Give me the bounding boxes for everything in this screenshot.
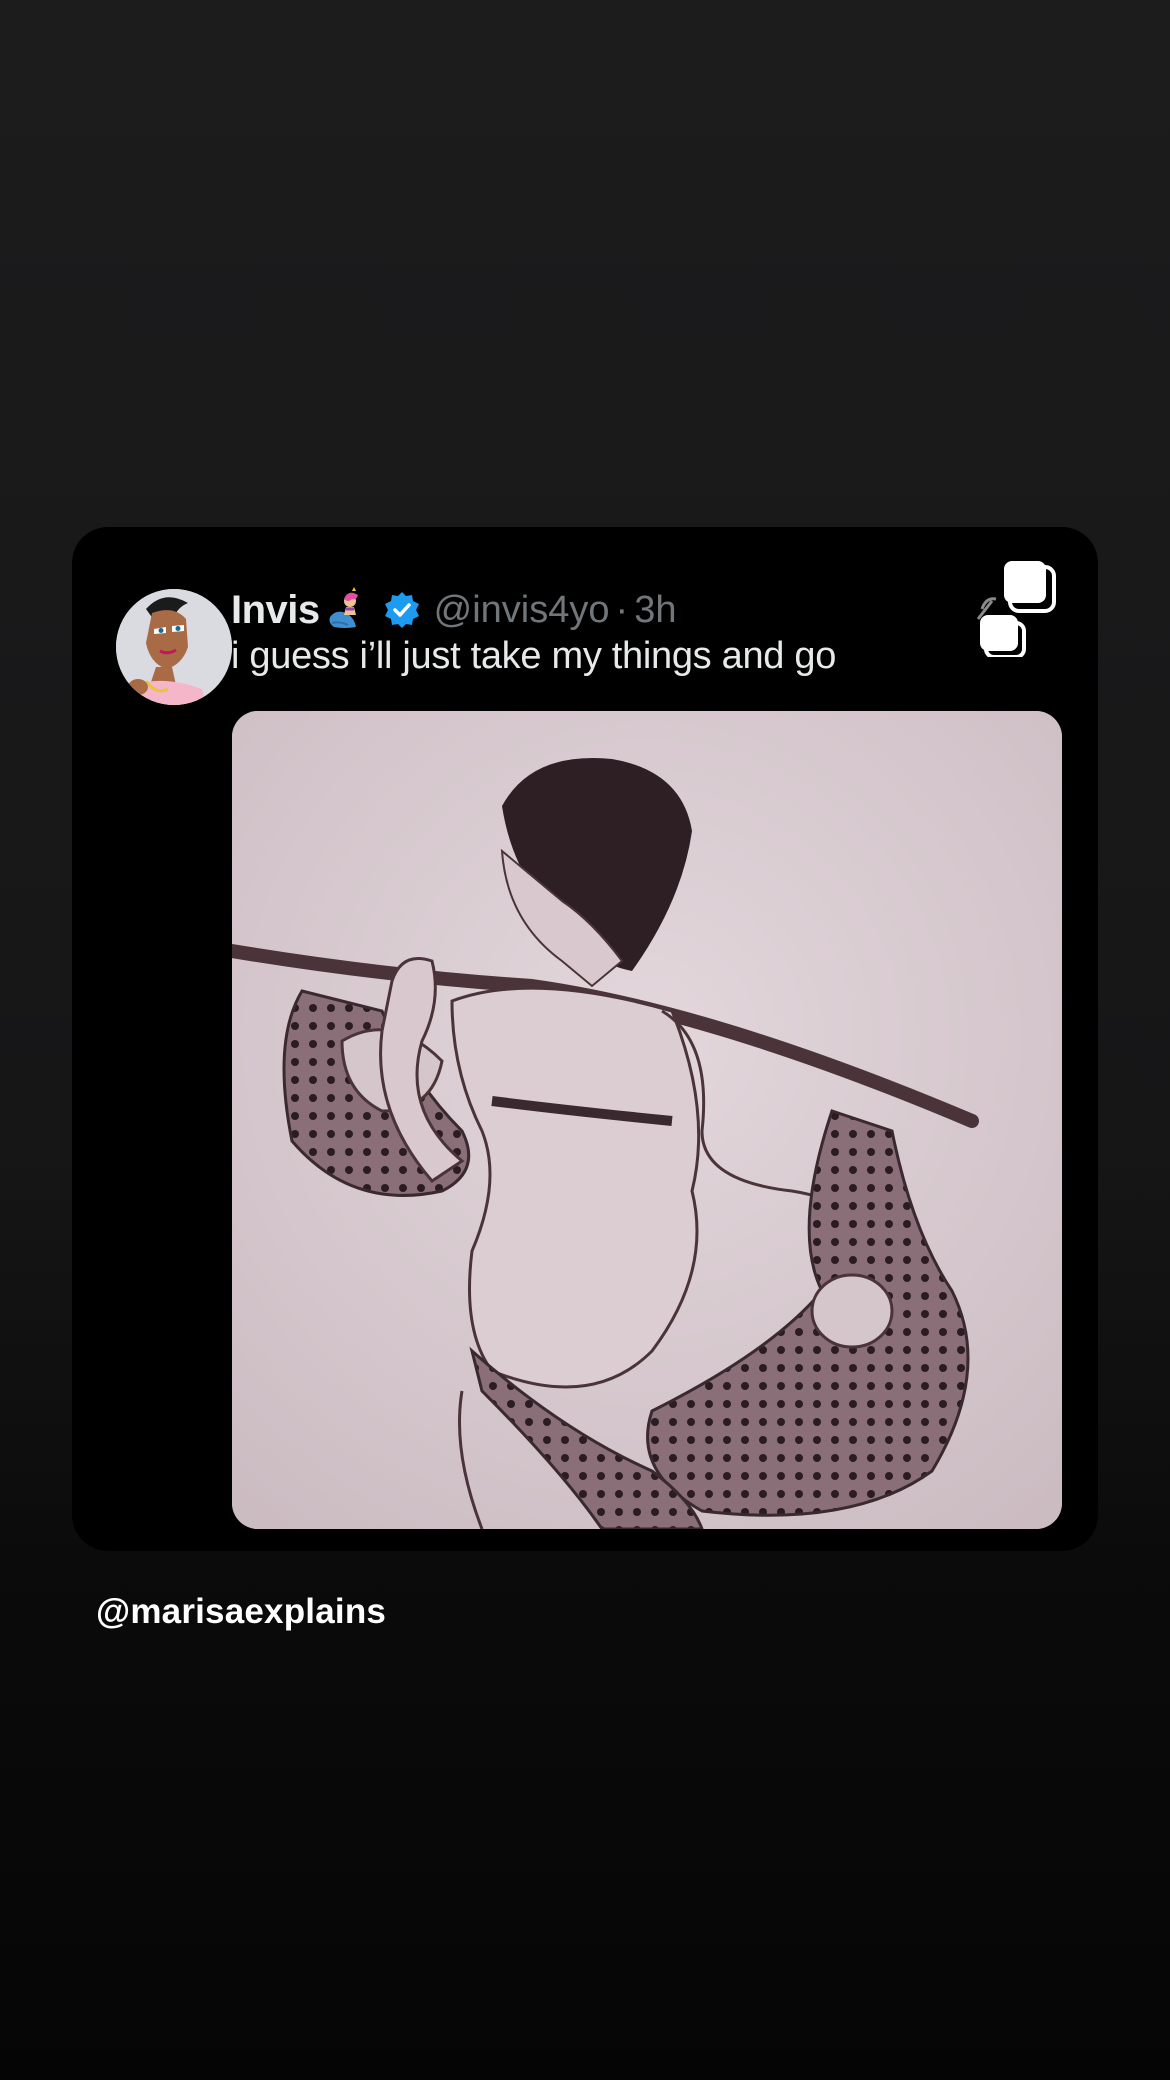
watermark-handle: @marisaexplains (96, 1592, 387, 1631)
tweet-text: i guess i’ll just take my things and go (231, 635, 837, 677)
timestamp[interactable]: 3h (634, 589, 676, 632)
tweet-header: Invis @invis4yo · 3h (231, 585, 676, 635)
mermaid-emoji-icon (322, 587, 368, 633)
tweet-image[interactable] (232, 711, 1062, 1529)
handle[interactable]: @invis4yo (434, 589, 610, 632)
display-name[interactable]: Invis (231, 588, 320, 633)
verified-badge-icon (382, 590, 422, 630)
tweet-card: Invis @invis4yo · 3h i guess i’ll just t… (72, 527, 1098, 1551)
separator-dot: · (615, 588, 629, 631)
avatar[interactable] (116, 589, 232, 705)
copy-icon[interactable] (974, 557, 1074, 659)
